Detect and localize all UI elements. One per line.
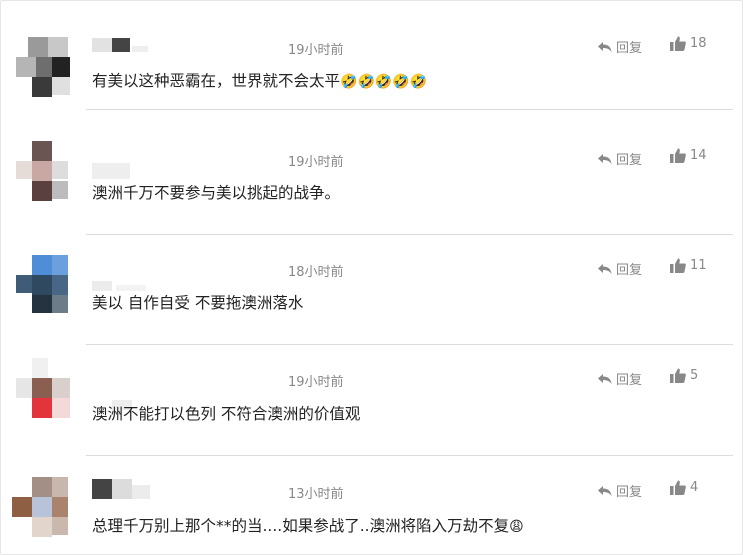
avatar[interactable] (12, 25, 72, 97)
divider (86, 109, 733, 110)
reply-arrow-icon (598, 485, 612, 496)
reply-label: 回复 (616, 263, 643, 278)
like-button[interactable]: 18 (670, 36, 707, 51)
reply-label: 回复 (616, 41, 643, 56)
divider (86, 455, 733, 456)
divider (86, 344, 733, 345)
reply-label: 回复 (616, 485, 643, 500)
comment-text: 有美以这种恶霸在，世界就不会太平🤣🤣🤣🤣🤣 (92, 72, 428, 90)
comment-item: 18小时前 回复 11 美以 自作自受 不要拖澳洲落水 (0, 235, 743, 345)
comment-item: 19小时前 回复 14 澳洲千万不要参与美以挑起的战争。 (0, 125, 743, 235)
comment-time: 18小时前 (288, 265, 344, 280)
thumbs-up-icon (670, 368, 686, 383)
like-button[interactable]: 14 (670, 148, 707, 163)
avatar[interactable] (12, 358, 72, 428)
like-button[interactable]: 4 (670, 480, 698, 495)
reply-label: 回复 (616, 153, 643, 168)
reply-button[interactable]: 回复 (598, 369, 642, 388)
username-blurred[interactable] (92, 368, 152, 410)
reply-button[interactable]: 回复 (598, 481, 642, 500)
like-button[interactable]: 5 (670, 368, 698, 383)
comment-item: 13小时前 回复 4 总理千万别上那个**的当....如果参战了..澳洲将陷入万… (0, 457, 743, 555)
username-blurred[interactable] (92, 257, 152, 291)
username-blurred[interactable] (92, 479, 152, 499)
comment-time: 19小时前 (288, 155, 344, 170)
reply-arrow-icon (598, 41, 612, 52)
emoji: 😩 (509, 519, 524, 535)
username-blurred[interactable] (92, 147, 152, 179)
reply-button[interactable]: 回复 (598, 37, 642, 56)
like-button[interactable]: 11 (670, 258, 707, 273)
reply-button[interactable]: 回复 (598, 259, 642, 278)
reply-arrow-icon (598, 373, 612, 384)
avatar[interactable] (12, 255, 72, 325)
username-blurred[interactable] (92, 22, 152, 52)
avatar[interactable] (12, 141, 72, 211)
thumbs-up-icon (670, 148, 686, 163)
thumbs-up-icon (670, 258, 686, 273)
like-count: 11 (690, 258, 707, 273)
reply-button[interactable]: 回复 (598, 149, 642, 168)
emoji: 🤣🤣🤣🤣🤣 (340, 74, 428, 90)
reply-label: 回复 (616, 373, 643, 388)
like-count: 14 (690, 148, 707, 163)
comment-text: 澳洲不能打以色列 不符合澳洲的价值观 (92, 405, 361, 423)
thumbs-up-icon (670, 36, 686, 51)
reply-arrow-icon (598, 263, 612, 274)
comment-item: 19小时前 回复 18 有美以这种恶霸在，世界就不会太平🤣🤣🤣🤣🤣 (0, 0, 743, 110)
comment-time: 19小时前 (288, 43, 344, 58)
comment-time: 13小时前 (288, 487, 344, 502)
like-count: 4 (690, 480, 699, 495)
thumbs-up-icon (670, 480, 686, 495)
like-count: 5 (690, 368, 699, 383)
comment-text: 美以 自作自受 不要拖澳洲落水 (92, 294, 304, 312)
avatar[interactable] (12, 477, 72, 547)
reply-arrow-icon (598, 153, 612, 164)
comment-text: 澳洲千万不要参与美以挑起的战争。 (92, 184, 341, 202)
like-count: 18 (690, 36, 707, 51)
comment-item: 19小时前 回复 5 澳洲不能打以色列 不符合澳洲的价值观 (0, 346, 743, 456)
comment-text: 总理千万别上那个**的当....如果参战了..澳洲将陷入万劫不复😩 (92, 517, 524, 535)
comment-time: 19小时前 (288, 375, 344, 390)
